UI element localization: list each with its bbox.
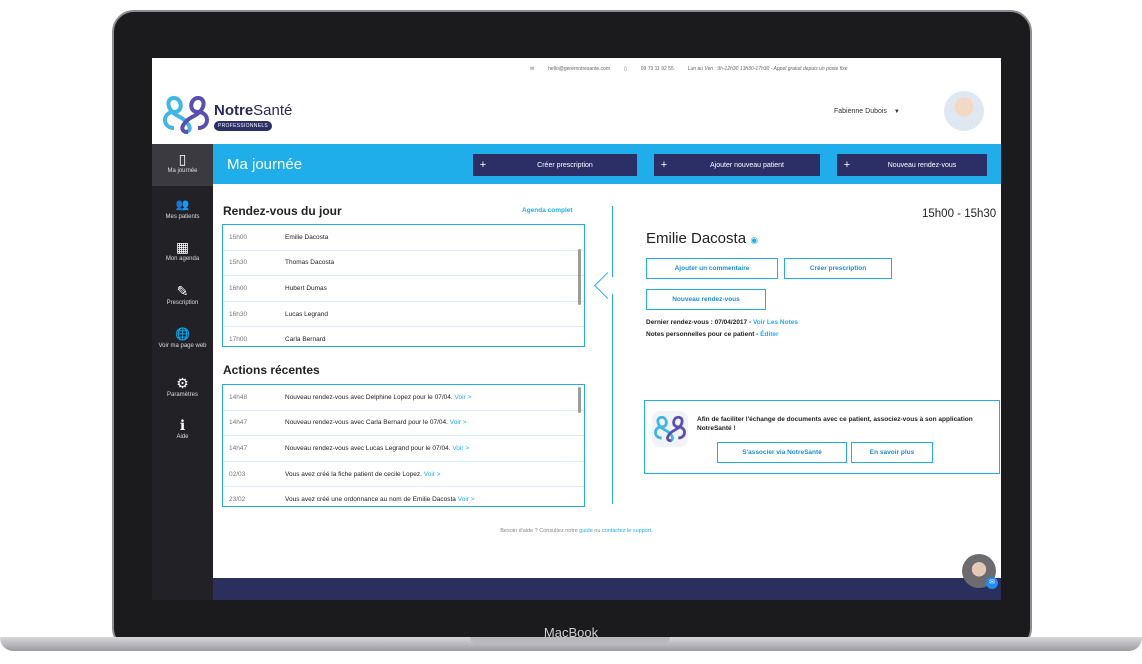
selection-arrow bbox=[594, 272, 621, 299]
book-icon: ▯ bbox=[178, 151, 187, 167]
associate-button[interactable]: S'associer via NotreSanté bbox=[717, 442, 847, 463]
sidebar-item-voir-ma-page-web[interactable]: 🌐 Voir ma page web bbox=[152, 327, 213, 349]
action-row: 02/03 Vous avez créé la fiche patient de … bbox=[223, 462, 584, 488]
chat-widget[interactable]: ✉ bbox=[962, 554, 998, 589]
appointments-title: Rendez-vous du jour bbox=[223, 204, 342, 218]
calendar-icon: ▦ bbox=[175, 239, 190, 255]
appointments-scrollbar[interactable] bbox=[578, 249, 581, 305]
contact-email[interactable]: hello@gerernotresante.com bbox=[548, 66, 610, 72]
action-row: 14h48 Nouveau rendez-vous avec Delphine L… bbox=[223, 385, 584, 411]
sidebar-item-label: Prescription bbox=[166, 300, 199, 306]
appointment-row[interactable]: 15h30 Thomas Dacosta bbox=[223, 251, 584, 277]
actions-scrollbar[interactable] bbox=[578, 387, 581, 413]
full-agenda-link[interactable]: Agenda complet bbox=[522, 207, 573, 214]
sidebar-item-mes-patients[interactable]: 👥 Mes patients bbox=[152, 198, 213, 220]
sidebar-item-mon-agenda[interactable]: ▦ Mon agenda bbox=[152, 240, 213, 262]
phone-icon: ▯ bbox=[623, 66, 627, 72]
sidebar-item-ma-journee[interactable]: ▯ Ma journée bbox=[152, 144, 213, 186]
association-message: Afin de faciliter l'échange de documents… bbox=[697, 416, 973, 432]
eye-icon[interactable]: ◉ bbox=[750, 235, 758, 245]
appointment-slot: 15h00 - 15h30 bbox=[922, 208, 997, 220]
panel-divider bbox=[612, 206, 613, 504]
sidebar-item-parametres[interactable]: ⚙ Paramètres bbox=[152, 376, 213, 398]
sidebar-item-label: Mes patients bbox=[165, 214, 200, 220]
professionnels-badge: PROFESSIONNELS bbox=[214, 121, 273, 131]
caret-down-icon: ▼ bbox=[893, 109, 900, 115]
appointment-row[interactable]: 15h00 Emilie Dacosta bbox=[223, 225, 584, 251]
app-association-card: Afin de faciliter l'échange de documents… bbox=[644, 400, 1000, 474]
view-link[interactable]: Voir > bbox=[454, 394, 471, 401]
plus-icon: + bbox=[479, 159, 487, 171]
create-prescription-detail-button[interactable]: Créer prescription bbox=[784, 258, 892, 279]
action-row: 14h47 Nouveau rendez-vous avec Carla Bern… bbox=[223, 411, 584, 437]
plus-icon: + bbox=[843, 159, 851, 171]
learn-more-button[interactable]: En savoir plus bbox=[851, 442, 933, 463]
create-prescription-button[interactable]: + Créer prescription bbox=[473, 154, 637, 176]
help-text: Besoin d'aide ? Consultez notre guide ou… bbox=[500, 528, 653, 534]
recent-actions-title: Actions récentes bbox=[223, 363, 320, 377]
guide-link[interactable]: guide bbox=[579, 528, 592, 534]
edit-icon: ✎ bbox=[176, 283, 189, 299]
notresante-logo[interactable]: NotreSanté PROFESSIONNELS bbox=[160, 88, 300, 138]
top-contact-bar: ✉ hello@gerernotresante.com ▯ 09 73 11 9… bbox=[152, 58, 1001, 80]
view-link[interactable]: Voir > bbox=[452, 445, 469, 452]
users-icon: 👥 bbox=[175, 199, 190, 211]
appointment-row[interactable]: 16h00 Hubert Dumas bbox=[223, 276, 584, 302]
view-link[interactable]: Voir > bbox=[450, 419, 467, 426]
new-appointment-detail-button[interactable]: Nouveau rendez-vous bbox=[646, 289, 766, 310]
user-avatar[interactable] bbox=[944, 91, 984, 131]
support-link[interactable]: contactez le support bbox=[602, 528, 651, 534]
plus-icon: + bbox=[660, 159, 668, 171]
view-notes-link[interactable]: Voir Les Notes bbox=[753, 319, 798, 326]
sidebar-item-label: Mon agenda bbox=[165, 256, 200, 262]
view-link[interactable]: Voir > bbox=[458, 496, 475, 503]
laptop-base: MacBook bbox=[0, 623, 1142, 664]
contact-phone: 09 73 11 92 55 bbox=[640, 66, 674, 72]
logo-mark-icon bbox=[163, 95, 209, 134]
add-comment-button[interactable]: Ajouter un commentaire bbox=[646, 258, 778, 279]
user-menu[interactable]: Fabienne Dubois ▼ bbox=[834, 108, 900, 115]
mail-icon: ✉ bbox=[530, 66, 535, 72]
notresante-app-icon bbox=[652, 411, 688, 447]
sidebar-item-prescription[interactable]: ✎ Prescription bbox=[152, 284, 213, 306]
last-appointment: Dernier rendez-vous : 07/04/2017 - Voir … bbox=[646, 319, 798, 326]
sidebar-item-label: Aide bbox=[176, 434, 189, 440]
bottom-bar bbox=[213, 578, 1001, 600]
recent-actions-list: 14h48 Nouveau rendez-vous avec Delphine L… bbox=[222, 384, 585, 507]
action-row: 23/02 Vous avez créé une ordonnance au no… bbox=[223, 487, 584, 506]
add-patient-button[interactable]: + Ajouter nouveau patient bbox=[654, 154, 820, 176]
appointments-list: 15h00 Emilie Dacosta 15h30 Thomas Dacosta … bbox=[222, 224, 585, 347]
personal-notes: Notes personnelles pour ce patient - Édi… bbox=[646, 331, 779, 338]
brand-name: NotreSanté bbox=[214, 102, 293, 119]
page-header: Ma journée + Créer prescription + Ajoute… bbox=[213, 144, 1001, 184]
view-link[interactable]: Voir > bbox=[424, 471, 441, 478]
messenger-icon: ✉ bbox=[986, 577, 998, 589]
app-screen: ✉ hello@gerernotresante.com ▯ 09 73 11 9… bbox=[152, 58, 1001, 600]
user-name: Fabienne Dubois bbox=[834, 108, 887, 115]
contact-hours: Lun au Ven : 9h-12h30 13h30-17h30 - Appe… bbox=[687, 66, 848, 72]
device-label: MacBook bbox=[543, 625, 599, 640]
sidebar-item-label: Ma journée bbox=[167, 168, 198, 174]
new-appointment-button[interactable]: + Nouveau rendez-vous bbox=[837, 154, 987, 176]
appointment-row[interactable]: 16h30 Lucas Legrand bbox=[223, 302, 584, 328]
appointment-row[interactable]: 17h00 Carla Bernard bbox=[223, 327, 584, 346]
action-row: 14h47 Nouveau rendez-vous avec Lucas Legr… bbox=[223, 436, 584, 462]
sidebar-item-label: Paramètres bbox=[166, 392, 198, 398]
patient-name[interactable]: Emilie Dacosta ◉ bbox=[646, 230, 758, 247]
info-icon: ℹ bbox=[179, 417, 186, 433]
edit-notes-link[interactable]: Éditer bbox=[760, 331, 778, 338]
gear-icon: ⚙ bbox=[176, 375, 189, 391]
globe-icon: 🌐 bbox=[175, 327, 190, 341]
page-title: Ma journée bbox=[227, 156, 303, 173]
sidebar-item-label: Voir ma page web bbox=[158, 343, 207, 349]
sidebar-item-aide[interactable]: ℹ Aide bbox=[152, 418, 213, 440]
